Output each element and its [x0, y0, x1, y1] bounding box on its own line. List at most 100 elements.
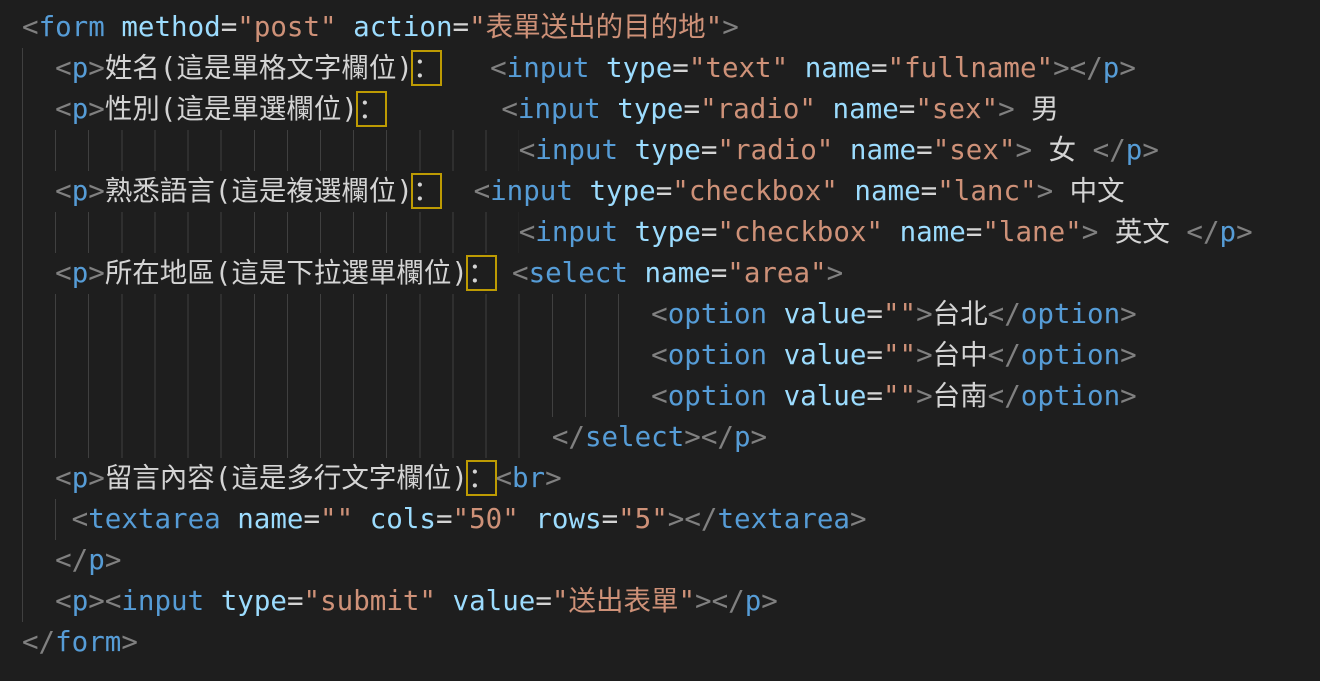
code-token: = [287, 585, 304, 617]
code-token: "text" [689, 52, 788, 84]
code-token: name [850, 134, 916, 166]
code-token: textarea [88, 503, 220, 535]
code-token: < [519, 134, 536, 166]
code-editor[interactable]: <form method="post" action="表單送出的目的地"> <… [0, 0, 1320, 681]
code-token: > [105, 544, 122, 576]
code-token [436, 585, 453, 617]
code-token: "post" [237, 11, 336, 43]
code-line[interactable]: <p>留言內容(這是多行文字欄位)：<br> [22, 458, 1320, 499]
code-token: 台中 [933, 339, 988, 371]
code-token: p [72, 52, 89, 84]
code-token: type [606, 52, 672, 84]
code-token: input [507, 52, 590, 84]
code-token: "sex" [915, 93, 998, 125]
code-token: > [88, 52, 105, 84]
code-token: p [72, 462, 89, 494]
code-token: option [1021, 298, 1120, 330]
code-token: > [998, 93, 1015, 125]
code-token: > [121, 626, 138, 658]
code-line[interactable]: <option value="">台北</option> [22, 294, 1320, 335]
code-token: value [784, 339, 867, 371]
code-token: 性別(這是單選欄位) [105, 93, 358, 125]
code-token: < [55, 52, 72, 84]
code-token [618, 134, 635, 166]
unicode-highlight-box: ： [413, 175, 441, 207]
code-token: p [1126, 134, 1143, 166]
code-token: p [1103, 52, 1120, 84]
code-token: p [72, 257, 89, 289]
code-token: > [1120, 298, 1137, 330]
code-line[interactable]: <option value="">台中</option> [22, 335, 1320, 376]
unicode-highlight-box: ： [413, 52, 441, 84]
code-line[interactable]: <textarea name="" cols="50" rows="5"></t… [22, 499, 1320, 540]
code-token: > [1015, 134, 1032, 166]
code-token: 留言內容(這是多行文字欄位) [105, 462, 468, 494]
code-area: <form method="post" action="表單送出的目的地"> <… [22, 7, 1320, 663]
code-token: </ [988, 339, 1021, 371]
code-token: < [512, 257, 529, 289]
code-token: > [751, 421, 768, 453]
code-token: "submit" [304, 585, 436, 617]
code-token: = [866, 380, 883, 412]
unicode-highlight-box: ： [468, 462, 496, 494]
code-token: p [1220, 216, 1237, 248]
code-token: input [535, 216, 618, 248]
code-token: value [784, 380, 867, 412]
code-token: 台北 [933, 298, 988, 330]
code-token: < [495, 462, 512, 494]
code-token: < [490, 52, 507, 84]
code-token: select [529, 257, 628, 289]
code-token: = [221, 11, 238, 43]
code-token: input [490, 175, 573, 207]
code-token: < [55, 175, 72, 207]
code-token: form [39, 11, 105, 43]
code-token: </ [1093, 134, 1126, 166]
code-line[interactable]: <p>所在地區(這是下拉選單欄位)： <select name="area"> [22, 253, 1320, 294]
code-line[interactable]: <form method="post" action="表單送出的目的地"> [22, 7, 1320, 48]
code-token: p [72, 585, 89, 617]
unicode-highlight-box: ： [358, 93, 386, 125]
code-token: name [644, 257, 710, 289]
code-token: p [745, 585, 762, 617]
code-token: "lanc" [937, 175, 1036, 207]
code-line[interactable]: <p><input type="submit" value="送出表單"></p… [22, 581, 1320, 622]
code-token: br [512, 462, 545, 494]
code-token: p [72, 93, 89, 125]
code-token [838, 175, 855, 207]
code-line[interactable]: <p>熟悉語言(這是複選欄位)： <input type="checkbox" … [22, 171, 1320, 212]
code-token: "lane" [982, 216, 1081, 248]
code-token: > [1037, 175, 1054, 207]
code-token: </ [684, 503, 717, 535]
code-token: = [701, 134, 718, 166]
code-token: > [1236, 216, 1253, 248]
code-token: < [474, 175, 491, 207]
code-token: name [833, 93, 899, 125]
code-token: = [866, 298, 883, 330]
code-token: > [88, 462, 105, 494]
code-line[interactable]: <p>性別(這是單選欄位)： <input type="radio" name=… [22, 89, 1320, 130]
code-token: value [784, 298, 867, 330]
code-line[interactable]: <input type="radio" name="sex"> 女 </p> [22, 130, 1320, 171]
code-line[interactable]: <input type="checkbox" name="lane"> 英文 <… [22, 212, 1320, 253]
code-line[interactable]: </form> [22, 622, 1320, 663]
code-line[interactable]: </p> [22, 540, 1320, 581]
code-token [767, 298, 784, 330]
code-line[interactable]: <option value="">台南</option> [22, 376, 1320, 417]
code-token: name [854, 175, 920, 207]
code-token: name [900, 216, 966, 248]
code-token: p [88, 544, 105, 576]
code-token: option [1021, 339, 1120, 371]
code-token: 男 [1015, 93, 1059, 125]
code-line[interactable]: </select></p> [22, 417, 1320, 458]
code-token: "" [883, 298, 916, 330]
code-token: p [72, 175, 89, 207]
code-token: > [1142, 134, 1159, 166]
code-token: > [722, 11, 739, 43]
code-token: 台南 [933, 380, 988, 412]
code-token: > [695, 585, 712, 617]
code-token: > [88, 585, 105, 617]
code-token: > [1119, 52, 1136, 84]
code-line[interactable]: <p>姓名(這是單格文字欄位)： <input type="text" name… [22, 48, 1320, 89]
code-token: > [88, 175, 105, 207]
code-token: = [711, 257, 728, 289]
